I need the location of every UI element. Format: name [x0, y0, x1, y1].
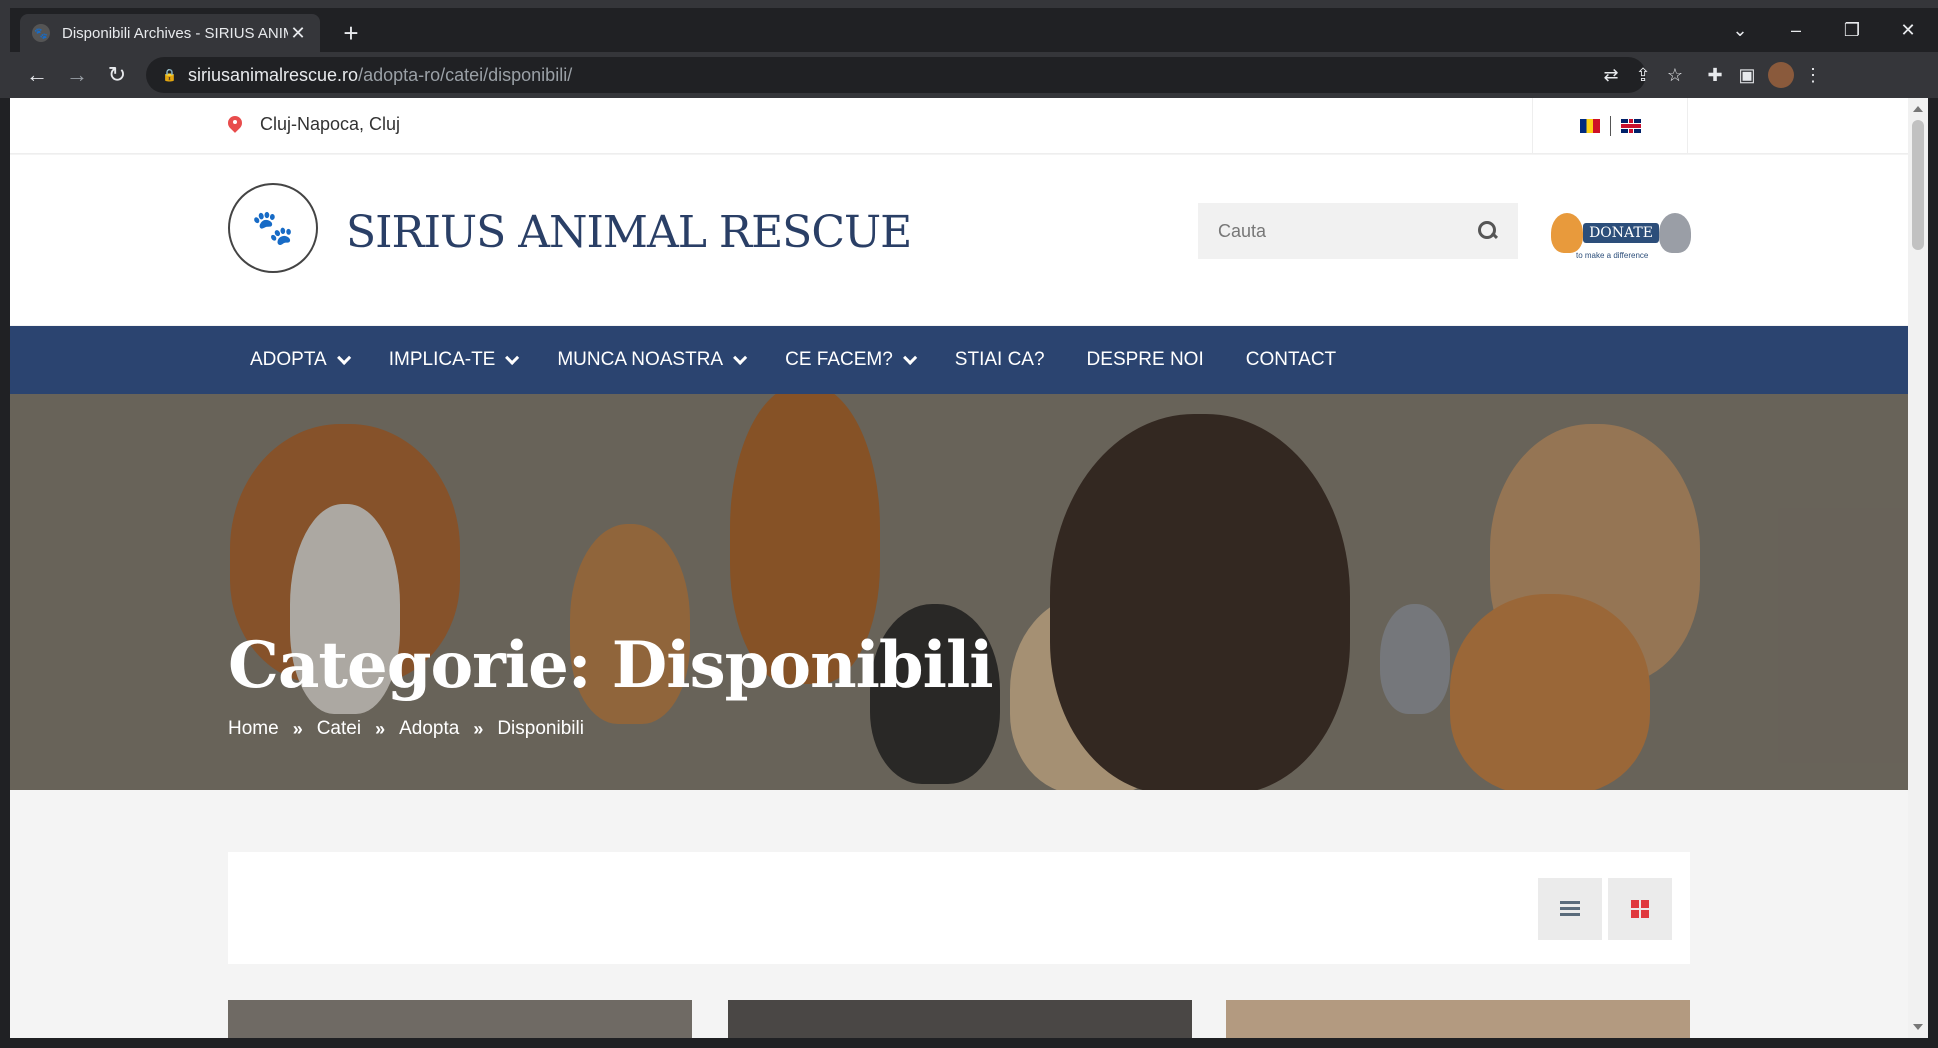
list-view-button[interactable]: [1538, 878, 1602, 940]
nav-item-label: ADOPTA: [250, 349, 327, 370]
reload-icon[interactable]: ↻: [102, 60, 132, 90]
chevron-down-icon: [336, 350, 351, 365]
nav-item-label: STIAI CA?: [954, 349, 1045, 370]
divider: [1609, 116, 1611, 136]
breadcrumb-catei[interactable]: Catei: [317, 718, 361, 740]
double-chevron-right-icon: »: [473, 718, 484, 739]
list-icon: [1560, 901, 1580, 917]
chevron-down-icon: [902, 350, 917, 365]
tab-strip: 🐾 Disponibili Archives - SIRIUS ANIMAL R…: [10, 8, 1938, 52]
url-host: siriusanimalrescue.ro: [188, 64, 359, 85]
side-panel-icon[interactable]: ▣: [1734, 62, 1760, 88]
breadcrumb: Home » Catei » Adopta » Disponibili: [228, 718, 584, 740]
web-page: Cluj-Napoca, Cluj 🐾 SIRIUS ANIMAL RESCUE…: [10, 98, 1908, 1038]
site-logo[interactable]: 🐾: [228, 183, 318, 273]
english-flag-icon[interactable]: [1620, 119, 1641, 133]
hero-banner: Categorie: Disponibili Home » Catei » Ad…: [10, 394, 1908, 790]
animal-card[interactable]: [1226, 1000, 1690, 1038]
nav-item-label: CE FACEM?: [785, 349, 893, 370]
nav-item-munca-noastra[interactable]: MUNCA NOASTRA: [557, 349, 748, 371]
nav-item-ce-facem[interactable]: CE FACEM?: [785, 349, 917, 371]
donate-label: DONATE: [1583, 223, 1659, 243]
chevron-down-icon: [733, 350, 748, 365]
lock-icon: 🔒: [162, 68, 177, 82]
nav-item-label: CONTACT: [1245, 349, 1337, 370]
translate-icon[interactable]: ⇄: [1598, 62, 1624, 88]
view-toggle-bar: [228, 852, 1690, 964]
animal-card[interactable]: [728, 1000, 1192, 1038]
language-switcher: [1532, 98, 1688, 154]
romanian-flag-icon[interactable]: [1579, 119, 1600, 133]
url-path: /adopta-ro/catei/disponibili/: [358, 64, 573, 85]
page-title: Categorie: Disponibili: [228, 628, 994, 703]
address-bar[interactable]: 🔒 siriusanimalrescue.ro/adopta-ro/catei/…: [146, 57, 1646, 93]
nav-item-stiai-ca[interactable]: STIAI CA?: [955, 349, 1045, 371]
profile-avatar[interactable]: [1768, 62, 1794, 88]
minimize-icon[interactable]: –: [1776, 20, 1816, 41]
close-window-icon[interactable]: ✕: [1888, 20, 1928, 41]
location-text: Cluj-Napoca, Cluj: [260, 114, 401, 134]
browser-tab[interactable]: 🐾 Disponibili Archives - SIRIUS ANIMAL R…: [20, 14, 320, 52]
bookmark-star-icon[interactable]: ☆: [1662, 62, 1688, 88]
grid-view-button[interactable]: [1608, 878, 1672, 940]
content-area: [10, 790, 1908, 1038]
back-icon[interactable]: ←: [22, 60, 52, 90]
breadcrumb-adopta[interactable]: Adopta: [399, 718, 459, 740]
grid-icon: [1631, 900, 1649, 918]
tab-search-icon[interactable]: ⌄: [1720, 20, 1760, 41]
share-icon[interactable]: ⇪: [1630, 62, 1656, 88]
restore-icon[interactable]: ❐: [1832, 20, 1872, 41]
browser-toolbar: ← → ↻ 🔒 siriusanimalrescue.ro/adopta-ro/…: [10, 52, 1938, 98]
search-icon[interactable]: [1478, 221, 1498, 241]
cat-cartoon-icon: [1658, 213, 1691, 253]
chevron-down-icon: [505, 350, 520, 365]
nav-item-label: MUNCA NOASTRA: [557, 349, 724, 370]
forward-icon[interactable]: →: [62, 60, 92, 90]
search-input[interactable]: [1218, 220, 1478, 242]
scrollbar-thumb[interactable]: [1912, 120, 1924, 250]
menu-kebab-icon[interactable]: ⋮: [1800, 62, 1826, 88]
close-tab-icon[interactable]: ✕: [288, 23, 308, 44]
site-title[interactable]: SIRIUS ANIMAL RESCUE: [346, 207, 912, 258]
nav-item-label: DESPRE NOI: [1086, 349, 1204, 370]
dog-cartoon-icon: [1551, 213, 1584, 253]
site-header: 🐾 SIRIUS ANIMAL RESCUE DONATE to make a …: [10, 155, 1908, 325]
scroll-up-icon[interactable]: [1913, 106, 1923, 112]
page-scrollbar[interactable]: [1908, 98, 1928, 1038]
location: Cluj-Napoca, Cluj: [228, 114, 400, 135]
site-favicon-icon: 🐾: [32, 24, 50, 42]
nav-item-contact[interactable]: CONTACT: [1246, 349, 1336, 371]
extensions-icon[interactable]: ✚: [1702, 62, 1728, 88]
nav-item-label: IMPLICA-TE: [388, 349, 496, 370]
donate-subtitle: to make a difference: [1576, 251, 1649, 260]
donate-banner[interactable]: DONATE to make a difference: [1548, 205, 1694, 261]
tab-title: Disponibili Archives - SIRIUS ANIMAL RES…: [62, 24, 288, 42]
top-info-bar: Cluj-Napoca, Cluj: [10, 98, 1908, 154]
search-box: [1198, 203, 1518, 259]
nav-item-implica-te[interactable]: IMPLICA-TE: [388, 349, 520, 371]
nav-item-adopta[interactable]: ADOPTA: [250, 349, 351, 371]
breadcrumb-home[interactable]: Home: [228, 718, 279, 740]
double-chevron-right-icon: »: [292, 718, 303, 739]
main-navigation: ADOPTA IMPLICA-TE MUNCA NOASTRA CE FACEM…: [10, 326, 1908, 394]
browser-chrome: 🐾 Disponibili Archives - SIRIUS ANIMAL R…: [0, 0, 1938, 98]
map-pin-icon: [228, 116, 242, 134]
double-chevron-right-icon: »: [375, 718, 386, 739]
paw-prints-icon: 🐾: [251, 209, 295, 247]
new-tab-icon[interactable]: +: [336, 18, 366, 49]
breadcrumb-disponibili: Disponibili: [497, 718, 584, 739]
animal-card[interactable]: [228, 1000, 692, 1038]
scroll-down-icon[interactable]: [1913, 1024, 1923, 1030]
nav-item-despre-noi[interactable]: DESPRE NOI: [1087, 349, 1204, 371]
